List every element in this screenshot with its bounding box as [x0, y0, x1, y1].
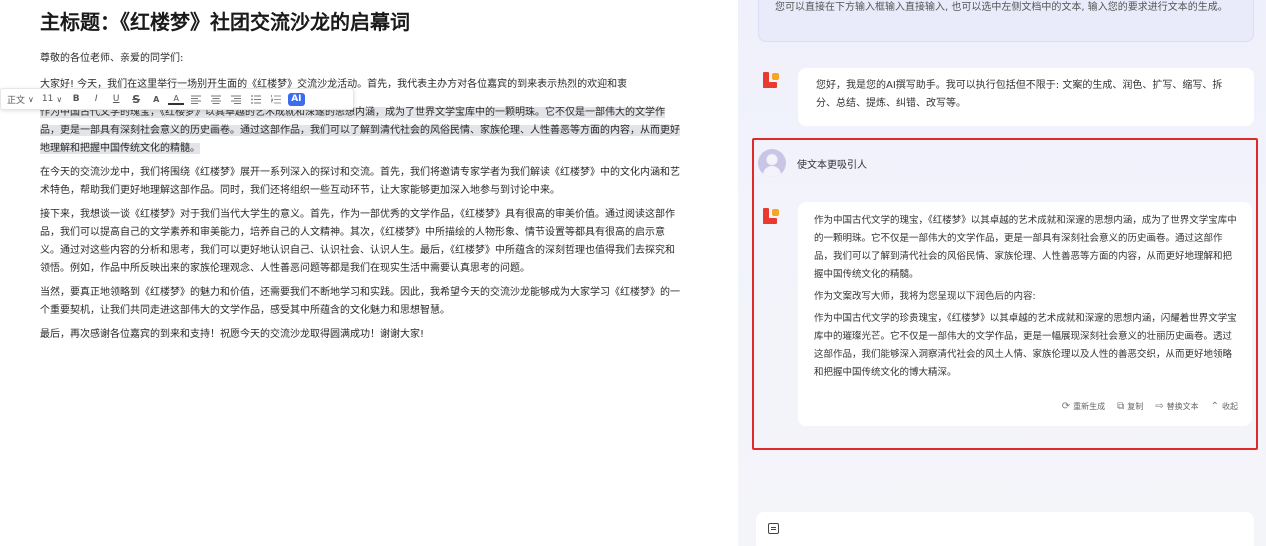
format-toolbar: 正文 ∨ 11 ∨ B I U S A A AI	[0, 88, 354, 110]
paragraph-greeting: 尊敬的各位老师、亲爱的同学们:	[40, 53, 184, 64]
underline-button[interactable]: U	[108, 90, 124, 108]
paragraph-3: 接下来，我想谈一谈《红楼梦》对于我们当代大学生的意义。首先，作为一部优秀的文学作…	[40, 209, 675, 274]
ai-assistant-button[interactable]: AI	[288, 92, 305, 106]
copy-icon: ⧉	[1117, 401, 1125, 412]
user-request-message: 使文本更吸引人	[797, 160, 867, 171]
usage-hint: 您可以直接在下方输入框输入直接输入, 也可以选中左侧文档中的文本, 输入您的要求…	[758, 0, 1254, 42]
paragraph-5: 最后，再次感谢各位嘉宾的到来和支持！祝愿今天的交流沙龙取得圆满成功！谢谢大家!	[40, 329, 425, 340]
reply-quoted-text: 作为中国古代文学的瑰宝，《红楼梦》以其卓越的艺术成就和深邃的思想内涵，成为了世界…	[814, 215, 1237, 280]
chevron-up-icon: ⌃	[1210, 401, 1219, 412]
align-center-button[interactable]	[208, 90, 224, 108]
assistant-logo-icon	[763, 208, 781, 226]
numbered-list-icon	[271, 94, 282, 103]
bold-button[interactable]: B	[68, 90, 84, 108]
font-color-button[interactable]: A	[148, 90, 164, 108]
assistant-reply-message: 作为中国古代文学的瑰宝，《红楼梦》以其卓越的艺术成就和深邃的思想内涵，成为了世界…	[798, 202, 1252, 426]
chevron-down-icon: ∨	[28, 94, 34, 104]
edit-note-icon	[768, 523, 779, 534]
document-editor[interactable]: 主标题：《红楼梦》社团交流沙龙的启幕词 尊敬的各位老师、亲爱的同学们: 大家好!…	[0, 0, 738, 546]
bullet-list-button[interactable]	[248, 90, 264, 108]
align-left-icon	[191, 95, 202, 104]
collapse-button[interactable]: ⌃ 收起	[1211, 398, 1238, 416]
chevron-down-icon: ∨	[56, 94, 63, 104]
reply-rewritten-text: 作为中国古代文学的珍贵瑰宝，《红楼梦》以其卓越的艺术成就和深邃的思想内涵，闪耀着…	[814, 313, 1237, 378]
paragraph-style-label: 正文	[7, 95, 26, 106]
assistant-intro-text: 您好，我是您的AI撰写助手。我可以执行包括但不限于: 文案的生成、润色、扩写、缩…	[816, 80, 1223, 109]
assistant-intro-message: 您好，我是您的AI撰写助手。我可以执行包括但不限于: 文案的生成、润色、扩写、缩…	[798, 68, 1254, 126]
align-right-button[interactable]	[228, 90, 244, 108]
font-size-select[interactable]: 11 ∨	[40, 90, 64, 108]
collapse-label: 收起	[1222, 402, 1238, 411]
replace-icon: ⇨	[1155, 401, 1164, 412]
copy-button[interactable]: ⧉ 复制	[1117, 398, 1143, 416]
replace-label: 替换文本	[1166, 402, 1199, 411]
align-center-icon	[211, 95, 222, 104]
regenerate-label: 重新生成	[1073, 402, 1106, 411]
paragraph-2: 在今天的交流沙龙中，我们将围绕《红楼梦》展开一系列深入的探讨和交流。首先，我们将…	[40, 167, 680, 196]
refresh-icon: ⟳	[1061, 401, 1071, 412]
paragraph-selected[interactable]: 作为中国古代文学的瑰宝，《红楼梦》以其卓越的艺术成就和深邃的思想内涵，成为了世界…	[40, 104, 680, 158]
assistant-logo-icon	[763, 72, 781, 90]
align-left-button[interactable]	[188, 90, 204, 108]
copy-label: 复制	[1127, 402, 1144, 411]
highlight-color-button[interactable]: A	[168, 94, 185, 105]
font-size-label: 11	[41, 94, 54, 104]
regenerate-button[interactable]: ⟳ 重新生成	[1062, 398, 1105, 416]
paragraph-4: 当然，要真正地领略到《红楼梦》的魅力和价值，还需要我们不断地学习和实践。因此，我…	[40, 287, 680, 316]
selected-text: 作为中国古代文学的瑰宝，《红楼梦》以其卓越的艺术成就和深邃的思想内涵，成为了世界…	[40, 107, 680, 154]
user-avatar	[758, 149, 786, 177]
italic-button[interactable]: I	[88, 90, 104, 108]
paragraph-style-select[interactable]: 正文 ∨	[5, 90, 36, 108]
reply-lead-text: 作为文案改写大师，我将为您呈现以下润色后的内容:	[814, 291, 1036, 302]
replace-text-button[interactable]: ⇨ 替换文本	[1155, 398, 1198, 416]
align-right-icon	[231, 95, 242, 104]
bullet-list-icon	[251, 94, 262, 104]
prompt-input-box[interactable]	[756, 512, 1254, 546]
strikethrough-button[interactable]: S	[128, 90, 144, 108]
document-title: 主标题：《红楼梦》社团交流沙龙的启幕词	[40, 10, 410, 34]
numbered-list-button[interactable]	[268, 90, 284, 108]
reply-actions: ⟳ 重新生成 ⧉ 复制 ⇨ 替换文本 ⌃ 收起	[1062, 398, 1238, 416]
